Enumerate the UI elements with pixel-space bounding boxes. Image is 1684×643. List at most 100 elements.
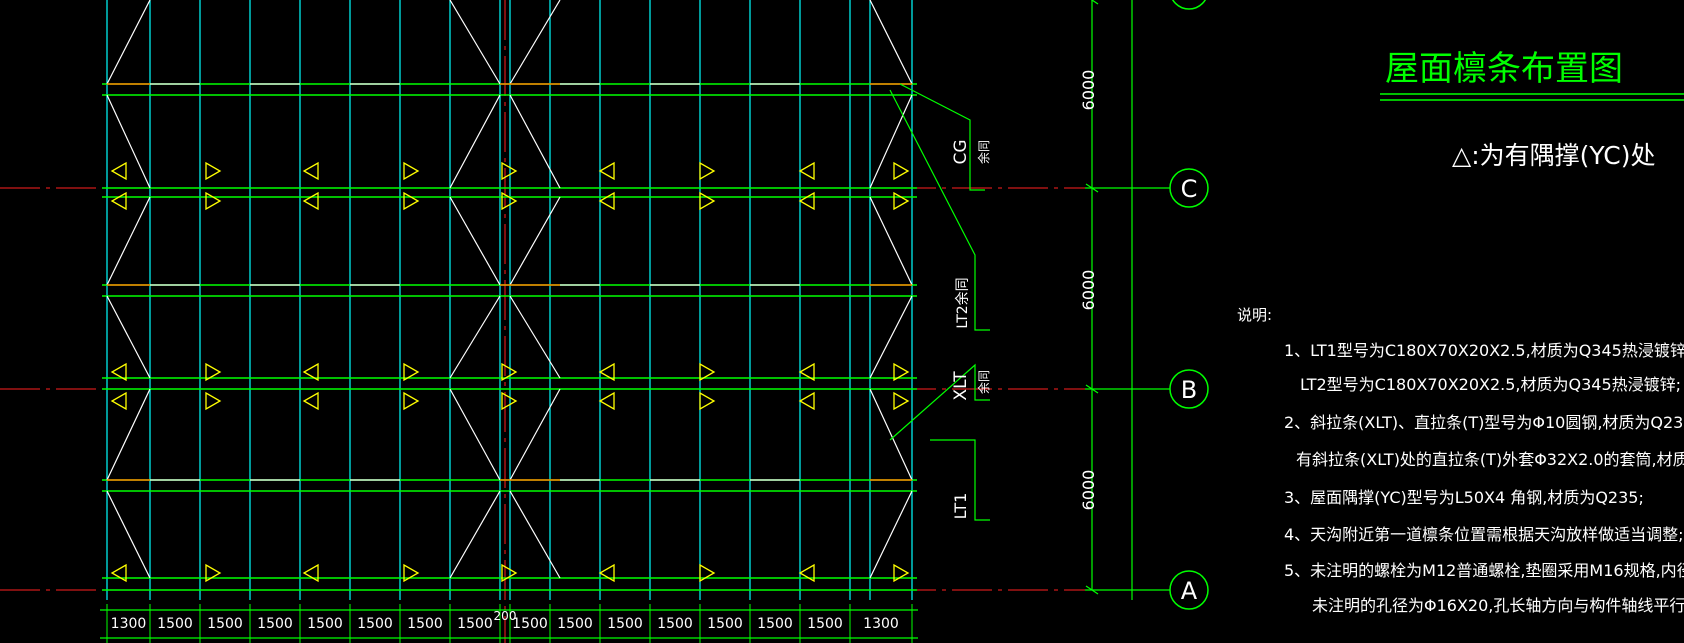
- brace-diagonal: [449, 388, 501, 481]
- axis-label-c: C: [1181, 175, 1198, 203]
- purlin-lines: [102, 0, 1170, 600]
- knee-brace-marker: [699, 161, 716, 181]
- legend-text: △:为有隅撑(YC)处: [1452, 141, 1656, 170]
- knee-brace-marker: [205, 391, 222, 411]
- note-line-2: LT2型号为C180X70X20X2.5,材质为Q345热浸镀锌;: [1300, 375, 1681, 394]
- vertical-dim-1: 6000: [1079, 70, 1098, 111]
- knee-brace-marker: [302, 161, 319, 181]
- knee-brace-marker: [110, 191, 127, 211]
- brace-diagonal: [106, 0, 151, 85]
- knee-brace-marker: [302, 191, 319, 211]
- bottom-dimension-label: 1500: [307, 616, 343, 632]
- callout-leaders: [889, 83, 990, 521]
- vertical-dim-3: 6000: [1079, 470, 1098, 511]
- brace-diagonal: [449, 295, 501, 379]
- brace-diagonal: [106, 94, 151, 189]
- bottom-dimension-label: 1500: [607, 616, 643, 632]
- brace-diagonal: [106, 490, 151, 579]
- knee-brace-marker: [893, 161, 910, 181]
- bottom-dimension-label: 1500: [457, 616, 493, 632]
- brace-diagonal: [449, 196, 501, 286]
- brace-diagonal: [869, 196, 913, 286]
- brace-diagonal: [869, 490, 913, 579]
- knee-brace-marker: [205, 161, 222, 181]
- brace-diagonal: [509, 388, 561, 481]
- knee-brace-marker: [501, 391, 518, 411]
- brace-diagonal: [509, 196, 561, 286]
- bottom-dimension-label: 1500: [807, 616, 843, 632]
- brace-diagonal: [509, 490, 561, 579]
- axis-bubble-a: A: [1169, 570, 1209, 610]
- brace-diagonal: [106, 295, 151, 379]
- knee-brace-marker: [403, 191, 420, 211]
- brace-diagonal: [106, 196, 151, 286]
- notes-header: 说明:: [1237, 306, 1272, 324]
- callout-lt2: LT2余同: [954, 277, 971, 328]
- note-line-4: 有斜拉条(XLT)处的直拉条(T)外套Φ32X2.0的套筒,材质为Q235;: [1296, 450, 1684, 469]
- callout-cg: CG: [951, 139, 971, 164]
- knee-brace-marker: [403, 161, 420, 181]
- note-line-3: 2、斜拉条(XLT)、直拉条(T)型号为Φ10圆钢,材质为Q235;: [1284, 413, 1684, 432]
- axis-bubble-b: B: [1169, 369, 1209, 409]
- axis-lines: [0, 0, 1120, 643]
- callout-leader-cg: [899, 83, 985, 191]
- knee-brace-marker: [501, 191, 518, 211]
- note-line-7: 5、未注明的螺栓为M12普通螺栓,垫圈采用M16规格,内径按M12要求,: [1284, 561, 1684, 580]
- bottom-dimension-label: 1500: [257, 616, 293, 632]
- brace-diagonal: [509, 295, 561, 379]
- note-line-1: 1、LT1型号为C180X70X20X2.5,材质为Q345热浸镀锌;: [1284, 341, 1684, 360]
- knee-brace-marker: [893, 391, 910, 411]
- bottom-dimension-label: 1300: [111, 616, 147, 632]
- axis-bubble-top-partial: [1171, 0, 1207, 10]
- axis-label-b: B: [1181, 376, 1197, 404]
- brace-diagonal: [869, 0, 913, 85]
- brace-diagonal: [869, 295, 913, 379]
- bottom-dimension-label: 1500: [757, 616, 793, 632]
- bottom-dimension-label: 1500: [707, 616, 743, 632]
- knee-brace-marker: [893, 191, 910, 211]
- knee-brace-marker: [699, 191, 716, 211]
- bottom-dimension-label: 1500: [512, 616, 548, 632]
- bottom-dimension-label: 1500: [207, 616, 243, 632]
- bottom-dimension-label: 1500: [357, 616, 393, 632]
- knee-brace-marker: [699, 391, 716, 411]
- knee-brace-marker: [798, 391, 815, 411]
- bottom-dimension-label: 1500: [657, 616, 693, 632]
- knee-brace-marker: [110, 161, 127, 181]
- brace-diagonal: [449, 490, 501, 579]
- note-line-5: 3、屋面隅撑(YC)型号为L50X4 角钢,材质为Q235;: [1284, 488, 1644, 507]
- knee-brace-marker: [403, 391, 420, 411]
- bottom-dimension-label: 1500: [407, 616, 443, 632]
- brace-diagonal: [869, 94, 913, 189]
- vertical-dim-2: 6000: [1079, 270, 1098, 311]
- callout-leader-lt2: [889, 89, 990, 331]
- knee-brace-marker: [302, 391, 319, 411]
- bottom-dimension-label: 1500: [157, 616, 193, 632]
- callout-xlt: XLT: [951, 371, 971, 401]
- bottom-dimension-label: 1500: [557, 616, 593, 632]
- knee-brace-marker: [501, 161, 518, 181]
- note-line-8: 未注明的孔径为Φ16X20,孔长轴方向与构件轴线平行。: [1312, 596, 1684, 615]
- knee-brace-marker: [798, 161, 815, 181]
- knee-brace-marker: [205, 191, 222, 211]
- brace-diagonal: [106, 388, 151, 481]
- brace-diagonal: [509, 94, 561, 189]
- callout-lt1: LT1: [951, 493, 970, 520]
- roof-purlin-drawing: C B A 6000 6000 6000 CG 余同 LT2余同 XLT 余同 …: [0, 0, 1684, 643]
- knee-brace-marker: [598, 191, 615, 211]
- drawing-title: 屋面檩条布置图: [1385, 49, 1623, 89]
- axis-label-a: A: [1181, 577, 1198, 605]
- knee-brace-marker: [798, 191, 815, 211]
- brace-diagonal: [509, 0, 561, 85]
- knee-brace-marker: [598, 391, 615, 411]
- column-lines: [106, 0, 913, 600]
- callout-cg-sub: 余同: [976, 140, 991, 164]
- brace-diagonal: [449, 94, 501, 189]
- axis-bubble-c: C: [1169, 168, 1209, 208]
- knee-brace-marker: [598, 161, 615, 181]
- knee-brace-marker: [110, 391, 127, 411]
- callout-xlt-sub: 余同: [976, 370, 991, 394]
- brace-diagonal: [449, 0, 501, 85]
- bottom-dimension-label: 1300: [863, 616, 899, 632]
- note-line-6: 4、天沟附近第一道檩条位置需根据天沟放样做适当调整;: [1284, 525, 1684, 544]
